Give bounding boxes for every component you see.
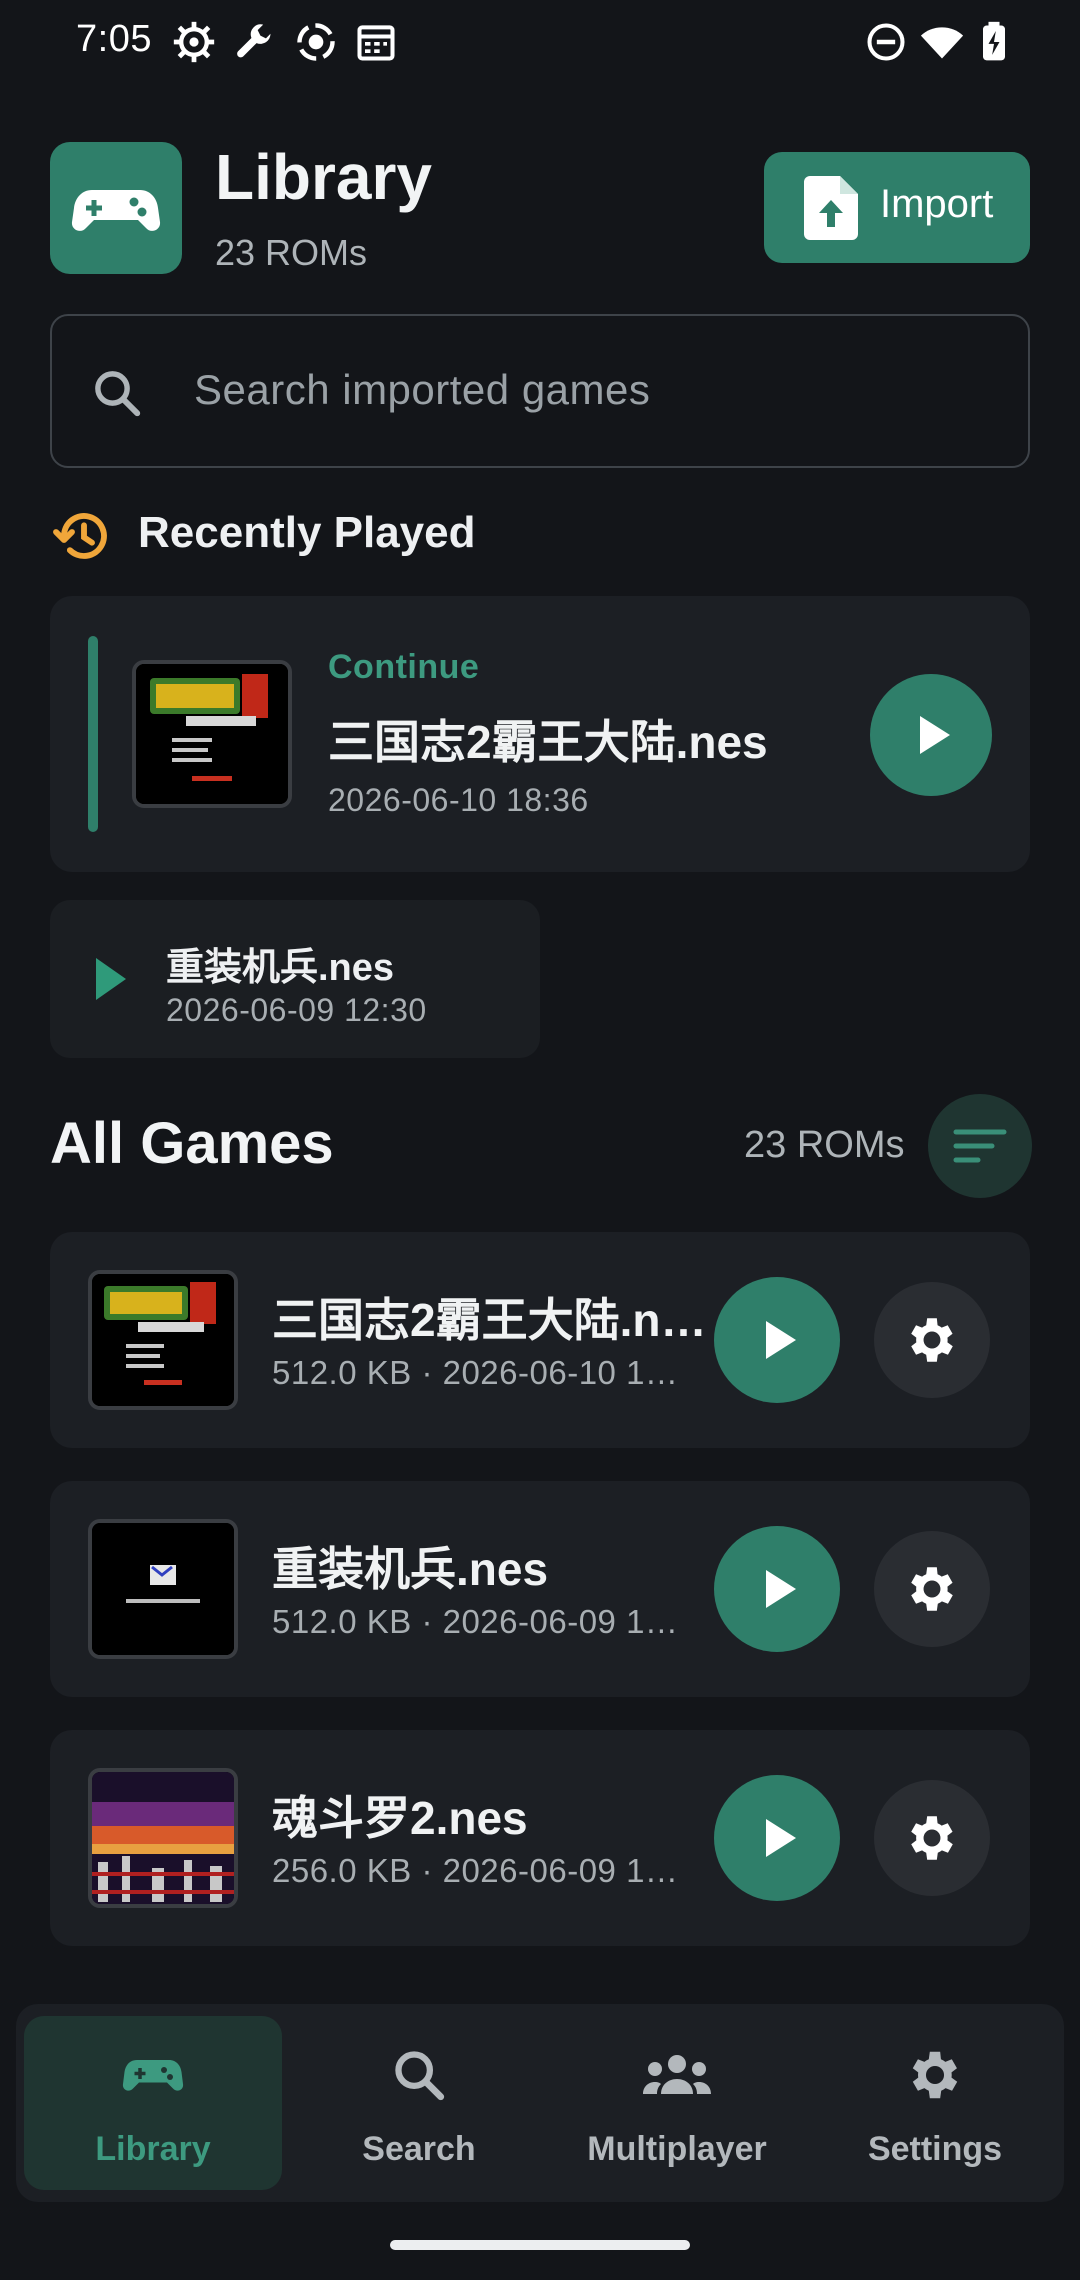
search-icon: [95, 371, 141, 417]
nav-item-library[interactable]: Library: [24, 2016, 282, 2190]
game-thumbnail: [132, 660, 292, 808]
game-settings-button[interactable]: [874, 1780, 990, 1896]
game-thumbnail: [88, 1270, 238, 1410]
settings-cog-icon: [173, 21, 215, 63]
game-name: 三国志2霸王大陆.n…: [272, 1294, 707, 1346]
do-not-disturb-icon: [867, 23, 905, 61]
play-icon: [766, 1321, 796, 1359]
play-icon: [96, 958, 126, 1000]
page-title: Library: [215, 141, 432, 213]
wrench-icon: [237, 24, 271, 58]
calendar-icon: [357, 25, 395, 61]
status-bar: 7:05: [0, 0, 1080, 84]
nav-item-settings[interactable]: Settings: [806, 2016, 1064, 2190]
game-meta: 256.0 KB · 2026-06-09 1…: [272, 1852, 679, 1889]
nav-label: Search: [362, 2130, 476, 2168]
group-icon: [643, 2055, 711, 2094]
all-games-title: All Games: [50, 1111, 334, 1176]
status-time: 7:05: [76, 18, 152, 60]
bottom-navigation: Library Search Multiplayer Settings: [16, 2004, 1064, 2202]
recent-item-name: 重装机兵.nes: [166, 947, 395, 989]
game-name: 重装机兵.nes: [272, 1543, 549, 1595]
nav-item-search[interactable]: Search: [290, 2016, 548, 2190]
search-input[interactable]: Search imported games: [50, 314, 1030, 468]
search-placeholder: Search imported games: [194, 366, 651, 413]
continue-play-button[interactable]: [870, 674, 992, 796]
import-button[interactable]: Import: [764, 152, 1030, 263]
game-meta: 512.0 KB · 2026-06-10 1…: [272, 1354, 679, 1391]
recent-item-date: 2026-06-09 12:30: [166, 992, 427, 1028]
gear-icon: [912, 2051, 958, 2099]
gear-icon: [911, 1318, 953, 1362]
play-icon: [766, 1570, 796, 1608]
history-icon: [53, 513, 107, 559]
recently-played-title: Recently Played: [138, 508, 476, 557]
game-play-button[interactable]: [714, 1775, 840, 1901]
search-icon: [395, 2051, 445, 2101]
nav-item-multiplayer[interactable]: Multiplayer: [548, 2016, 806, 2190]
import-label: Import: [880, 182, 994, 226]
game-settings-button[interactable]: [874, 1282, 990, 1398]
game-card[interactable]: 魂斗罗2.nes 256.0 KB · 2026-06-09 1…: [50, 1730, 1030, 1946]
game-card[interactable]: 重装机兵.nes 512.0 KB · 2026-06-09 1…: [50, 1481, 1030, 1697]
file-upload-icon: [804, 176, 858, 240]
game-play-button[interactable]: [714, 1277, 840, 1403]
nav-label: Multiplayer: [587, 2130, 767, 2168]
gear-icon: [911, 1816, 953, 1860]
nav-label: Settings: [867, 2130, 1003, 2168]
home-indicator[interactable]: [390, 2240, 690, 2250]
gamepad-icon: [122, 2060, 184, 2091]
continue-game-name: 三国志2霸王大陆.nes: [328, 716, 768, 768]
continue-label: Continue: [328, 648, 480, 686]
sort-button[interactable]: [928, 1094, 1032, 1198]
record-target-icon: [297, 23, 335, 61]
game-card[interactable]: 三国志2霸王大陆.n… 512.0 KB · 2026-06-10 1…: [50, 1232, 1030, 1448]
gamepad-icon: [71, 190, 161, 231]
game-thumbnail: [88, 1519, 238, 1659]
app-logo: [50, 142, 182, 274]
game-settings-button[interactable]: [874, 1531, 990, 1647]
continue-game-date: 2026-06-10 18:36: [328, 782, 589, 818]
game-thumbnail: [88, 1768, 238, 1908]
continue-accent-bar: [88, 636, 98, 832]
gear-icon: [911, 1567, 953, 1611]
continue-card[interactable]: Continue 三国志2霸王大陆.nes 2026-06-10 18:36: [50, 596, 1030, 872]
wifi-icon: [920, 27, 964, 59]
all-games-count: 23 ROMs: [744, 1124, 905, 1166]
rom-count-subtitle: 23 ROMs: [215, 232, 368, 273]
battery-charging-icon: [983, 21, 1005, 61]
play-icon: [766, 1819, 796, 1857]
play-icon: [920, 716, 950, 754]
nav-label: Library: [95, 2130, 211, 2168]
recent-item[interactable]: 重装机兵.nes 2026-06-09 12:30: [50, 900, 540, 1058]
game-name: 魂斗罗2.nes: [272, 1792, 528, 1844]
game-play-button[interactable]: [714, 1526, 840, 1652]
game-meta: 512.0 KB · 2026-06-09 1…: [272, 1603, 679, 1640]
sort-icon: [953, 1129, 1007, 1163]
